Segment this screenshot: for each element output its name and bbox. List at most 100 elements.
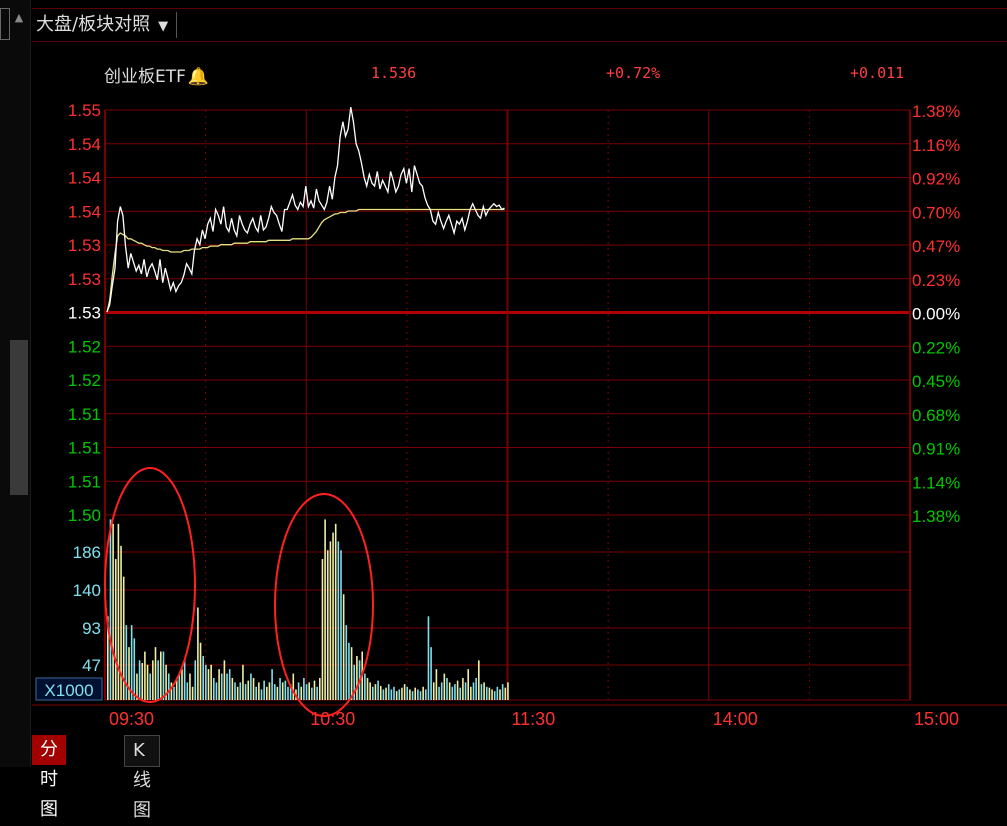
percent-axis: 1.38% 1.16% 0.92% 0.70% 0.47% 0.23% 0.00% 0.22%… — [912, 102, 960, 526]
volume-bar — [311, 687, 313, 700]
price-tick-label: 1.50 — [68, 506, 101, 525]
volume-bar — [422, 686, 424, 700]
volume-bar — [348, 642, 350, 700]
volume-bar — [268, 682, 271, 700]
pct-tick-label: 1.38% — [912, 507, 960, 526]
volume-bar — [244, 684, 247, 700]
volume-bar — [417, 689, 419, 700]
volume-bar — [247, 680, 250, 700]
volume-bar — [250, 673, 252, 700]
pct-tick-label: 0.92% — [912, 170, 960, 189]
volume-bar — [160, 651, 162, 700]
volume-bar — [170, 682, 173, 700]
volume-bar — [276, 686, 279, 700]
volume-bar — [316, 686, 318, 700]
volume-tick-label: 47 — [82, 656, 101, 675]
volume-bar — [149, 673, 151, 700]
volume-bar — [279, 677, 281, 700]
volume-bar — [403, 684, 406, 700]
volume-bar — [321, 559, 324, 700]
volume-bar — [128, 647, 130, 700]
tab-kline[interactable]: K线图 — [124, 735, 160, 821]
volume-bar — [387, 684, 390, 700]
price-tick-label: 1.54 — [68, 169, 101, 188]
volume-bar — [345, 625, 348, 700]
pct-tick-label: 1.16% — [912, 136, 960, 155]
volume-bar — [342, 594, 345, 700]
volume-bar — [401, 687, 403, 700]
volume-bar — [382, 689, 385, 700]
volume-bar — [435, 669, 438, 700]
volume-bar — [258, 682, 260, 700]
volume-bar — [488, 687, 491, 700]
volume-bar — [215, 682, 218, 700]
volume-bar — [218, 669, 220, 700]
volume-bar — [308, 682, 310, 700]
volume-bars — [107, 519, 509, 700]
volume-bar — [393, 686, 395, 700]
volume-axis: 186 140 93 47 X1000 — [35, 543, 103, 701]
volume-bar — [448, 682, 451, 700]
volume-bar — [390, 689, 393, 700]
volume-bar — [112, 523, 114, 700]
volume-bar — [334, 523, 337, 700]
volume-bar — [125, 625, 128, 700]
volume-bar — [464, 682, 467, 700]
volume-bar — [287, 686, 289, 700]
volume-bar — [223, 660, 226, 700]
volume-bar — [186, 682, 189, 700]
volume-bar — [281, 682, 284, 700]
volume-bar — [470, 686, 472, 700]
volume-bar — [483, 682, 485, 700]
pct-tick-label: 0.68% — [912, 406, 960, 425]
volume-bar — [337, 541, 340, 700]
annotation-ellipse-1030 — [274, 493, 374, 717]
price-tick-label: 1.51 — [68, 439, 101, 458]
volume-bar — [319, 677, 321, 700]
volume-bar — [432, 682, 435, 700]
volume-bar — [398, 689, 401, 700]
volume-bar — [191, 686, 194, 700]
volume-bar — [234, 682, 236, 700]
volume-bar — [430, 647, 432, 700]
time-tick-label: 11:30 — [512, 709, 556, 729]
chart-grid — [32, 109, 1007, 706]
time-tick-label: 09:30 — [109, 709, 154, 729]
price-tick-label: 1.53 — [68, 270, 101, 289]
volume-bar — [189, 673, 191, 700]
volume-bar — [485, 686, 488, 700]
volume-bar — [332, 532, 334, 700]
time-tick-label: 10:30 — [310, 709, 355, 729]
volume-bar — [178, 673, 181, 700]
price-tick-label: 1.52 — [68, 337, 101, 356]
volume-bar — [475, 677, 477, 700]
price-tick-label: 1.54 — [68, 135, 101, 154]
volume-bar — [425, 689, 427, 700]
volume-bar — [493, 691, 496, 700]
pct-tick-label: 0.91% — [912, 440, 960, 459]
volume-bar — [377, 680, 379, 700]
volume-bar — [231, 677, 234, 700]
volume-bar — [141, 663, 144, 700]
volume-bar — [443, 673, 446, 700]
tab-intraday[interactable]: 分时图 — [32, 735, 66, 820]
volume-bar — [478, 660, 480, 700]
volume-bar — [459, 687, 462, 700]
volume-bar — [181, 669, 183, 700]
volume-bar — [154, 647, 157, 700]
volume-bar — [152, 660, 154, 700]
volume-bar — [130, 625, 133, 700]
volume-bar — [507, 682, 509, 700]
pct-tick-label: 0.45% — [912, 372, 960, 391]
volume-tick-label: 186 — [73, 543, 101, 562]
volume-bar — [228, 669, 231, 700]
volume-bar — [372, 686, 374, 700]
volume-bar — [273, 684, 276, 700]
volume-bar — [292, 673, 295, 700]
volume-bar — [202, 655, 204, 700]
volume-bar — [419, 691, 422, 700]
intraday-chart[interactable]: 1.55 1.54 1.54 1.54 1.53 1.53 1.53 1.52 1.52 1.51… — [0, 0, 1007, 767]
volume-bar — [173, 686, 175, 700]
volume-bar — [242, 664, 244, 700]
pct-tick-label: 0.22% — [912, 338, 960, 357]
